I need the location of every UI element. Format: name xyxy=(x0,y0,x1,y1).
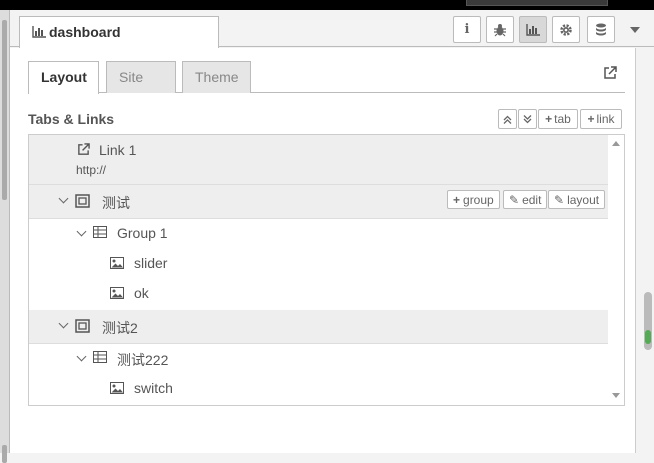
bar-chart-icon xyxy=(526,23,540,36)
layout-label: layout xyxy=(567,192,600,207)
more-tabs-caret-icon[interactable] xyxy=(630,27,640,33)
add-tab-button[interactable]: + tab xyxy=(538,109,578,129)
tab-layout-button[interactable]: ✎ layout xyxy=(548,190,606,209)
list-item-widget[interactable]: switch xyxy=(29,374,608,404)
dashboard-tab-label: dashboard xyxy=(49,24,121,40)
add-group-button[interactable]: + group xyxy=(447,190,500,209)
image-icon xyxy=(110,382,124,394)
left-edge-scrollbar[interactable] xyxy=(0,10,10,463)
add-link-button[interactable]: + link xyxy=(580,109,622,129)
list-scrollbar[interactable] xyxy=(608,135,624,405)
tab-theme[interactable]: Theme xyxy=(182,61,251,93)
top-bar xyxy=(0,0,654,10)
debug-button[interactable] xyxy=(486,16,514,43)
list-item-group[interactable]: Group 1 xyxy=(29,219,608,249)
add-tab-label: tab xyxy=(554,112,571,126)
list-item-tab[interactable]: 测试2 xyxy=(29,310,608,344)
double-chevron-up-icon xyxy=(503,115,512,124)
widget-label: switch xyxy=(134,380,173,396)
pencil-icon: ✎ xyxy=(554,192,565,207)
tab-theme-label: Theme xyxy=(195,69,239,85)
list-item-widget[interactable]: slider xyxy=(29,249,608,279)
chevron-down-icon[interactable] xyxy=(76,351,87,362)
tab-frame-icon xyxy=(75,319,90,333)
tab-layout[interactable]: Layout xyxy=(28,61,99,94)
pencil-icon: ✎ xyxy=(509,192,520,207)
chevron-down-icon[interactable] xyxy=(58,193,69,204)
tabs-links-list: Link 1 http:// 测试 + group ✎ edit ✎ layout G… xyxy=(28,134,625,406)
plus-icon: + xyxy=(545,112,553,126)
left-scroll-thumb[interactable] xyxy=(2,20,7,200)
chevron-down-icon[interactable] xyxy=(58,318,69,329)
plus-icon: + xyxy=(453,192,461,207)
left-scroll-thumb-lower[interactable] xyxy=(2,445,7,463)
link-label: Link 1 xyxy=(99,142,137,158)
scroll-up-icon[interactable] xyxy=(612,141,620,146)
info-button[interactable]: i xyxy=(453,16,481,43)
table-icon xyxy=(93,226,107,238)
tab-site-label: Site xyxy=(119,69,144,85)
list-item-group[interactable]: 测试222 xyxy=(29,344,608,374)
settings-button[interactable] xyxy=(552,16,580,43)
double-chevron-down-icon xyxy=(523,114,532,123)
collapse-all-button[interactable] xyxy=(518,109,537,129)
scroll-highlight xyxy=(645,330,651,344)
expand-all-button[interactable] xyxy=(498,109,517,129)
section-title: Tabs & Links xyxy=(28,111,115,127)
bar-chart-icon xyxy=(32,26,46,38)
panel-tabs: Layout Site Theme xyxy=(28,61,625,94)
link-url: http:// xyxy=(76,163,107,177)
widget-label: ok xyxy=(134,285,149,301)
table-icon xyxy=(93,351,107,363)
right-scrollbar[interactable] xyxy=(635,48,654,453)
group-label: Group 1 xyxy=(117,225,168,241)
top-bar-tab[interactable] xyxy=(466,0,608,6)
tab-label: 测试 xyxy=(102,195,130,211)
database-icon xyxy=(596,23,606,35)
bug-icon xyxy=(494,23,506,36)
scroll-down-icon[interactable] xyxy=(612,393,620,398)
info-icon: i xyxy=(464,22,470,37)
image-icon xyxy=(110,257,124,269)
group-label: group xyxy=(463,192,494,207)
dashboard-button[interactable] xyxy=(519,16,547,43)
tab-frame-icon xyxy=(75,194,90,208)
external-link-icon xyxy=(78,143,90,155)
dashboard-sidebar-tab[interactable]: dashboard xyxy=(19,16,219,48)
add-link-label: link xyxy=(596,112,615,126)
edit-label: edit xyxy=(522,192,542,207)
sidebar-header: dashboard i xyxy=(10,10,654,48)
external-link-icon[interactable] xyxy=(603,66,617,80)
plus-icon: + xyxy=(587,112,595,126)
tab-layout-label: Layout xyxy=(41,69,87,85)
list-item-tab[interactable]: 测试 + group ✎ edit ✎ layout xyxy=(29,185,608,219)
image-icon xyxy=(110,287,124,299)
list-item-widget[interactable]: ok xyxy=(29,279,608,309)
right-scroll-thumb[interactable] xyxy=(644,292,652,350)
context-data-button[interactable] xyxy=(587,16,615,43)
tab-label: 测试2 xyxy=(102,320,138,336)
list-item-link[interactable]: Link 1 http:// xyxy=(29,135,608,185)
tab-site[interactable]: Site xyxy=(106,61,176,93)
gear-icon xyxy=(560,23,572,36)
widget-label: slider xyxy=(134,255,168,271)
edit-tab-button[interactable]: ✎ edit xyxy=(503,190,548,209)
chevron-down-icon[interactable] xyxy=(76,226,87,237)
group-label: 测试222 xyxy=(117,352,169,368)
